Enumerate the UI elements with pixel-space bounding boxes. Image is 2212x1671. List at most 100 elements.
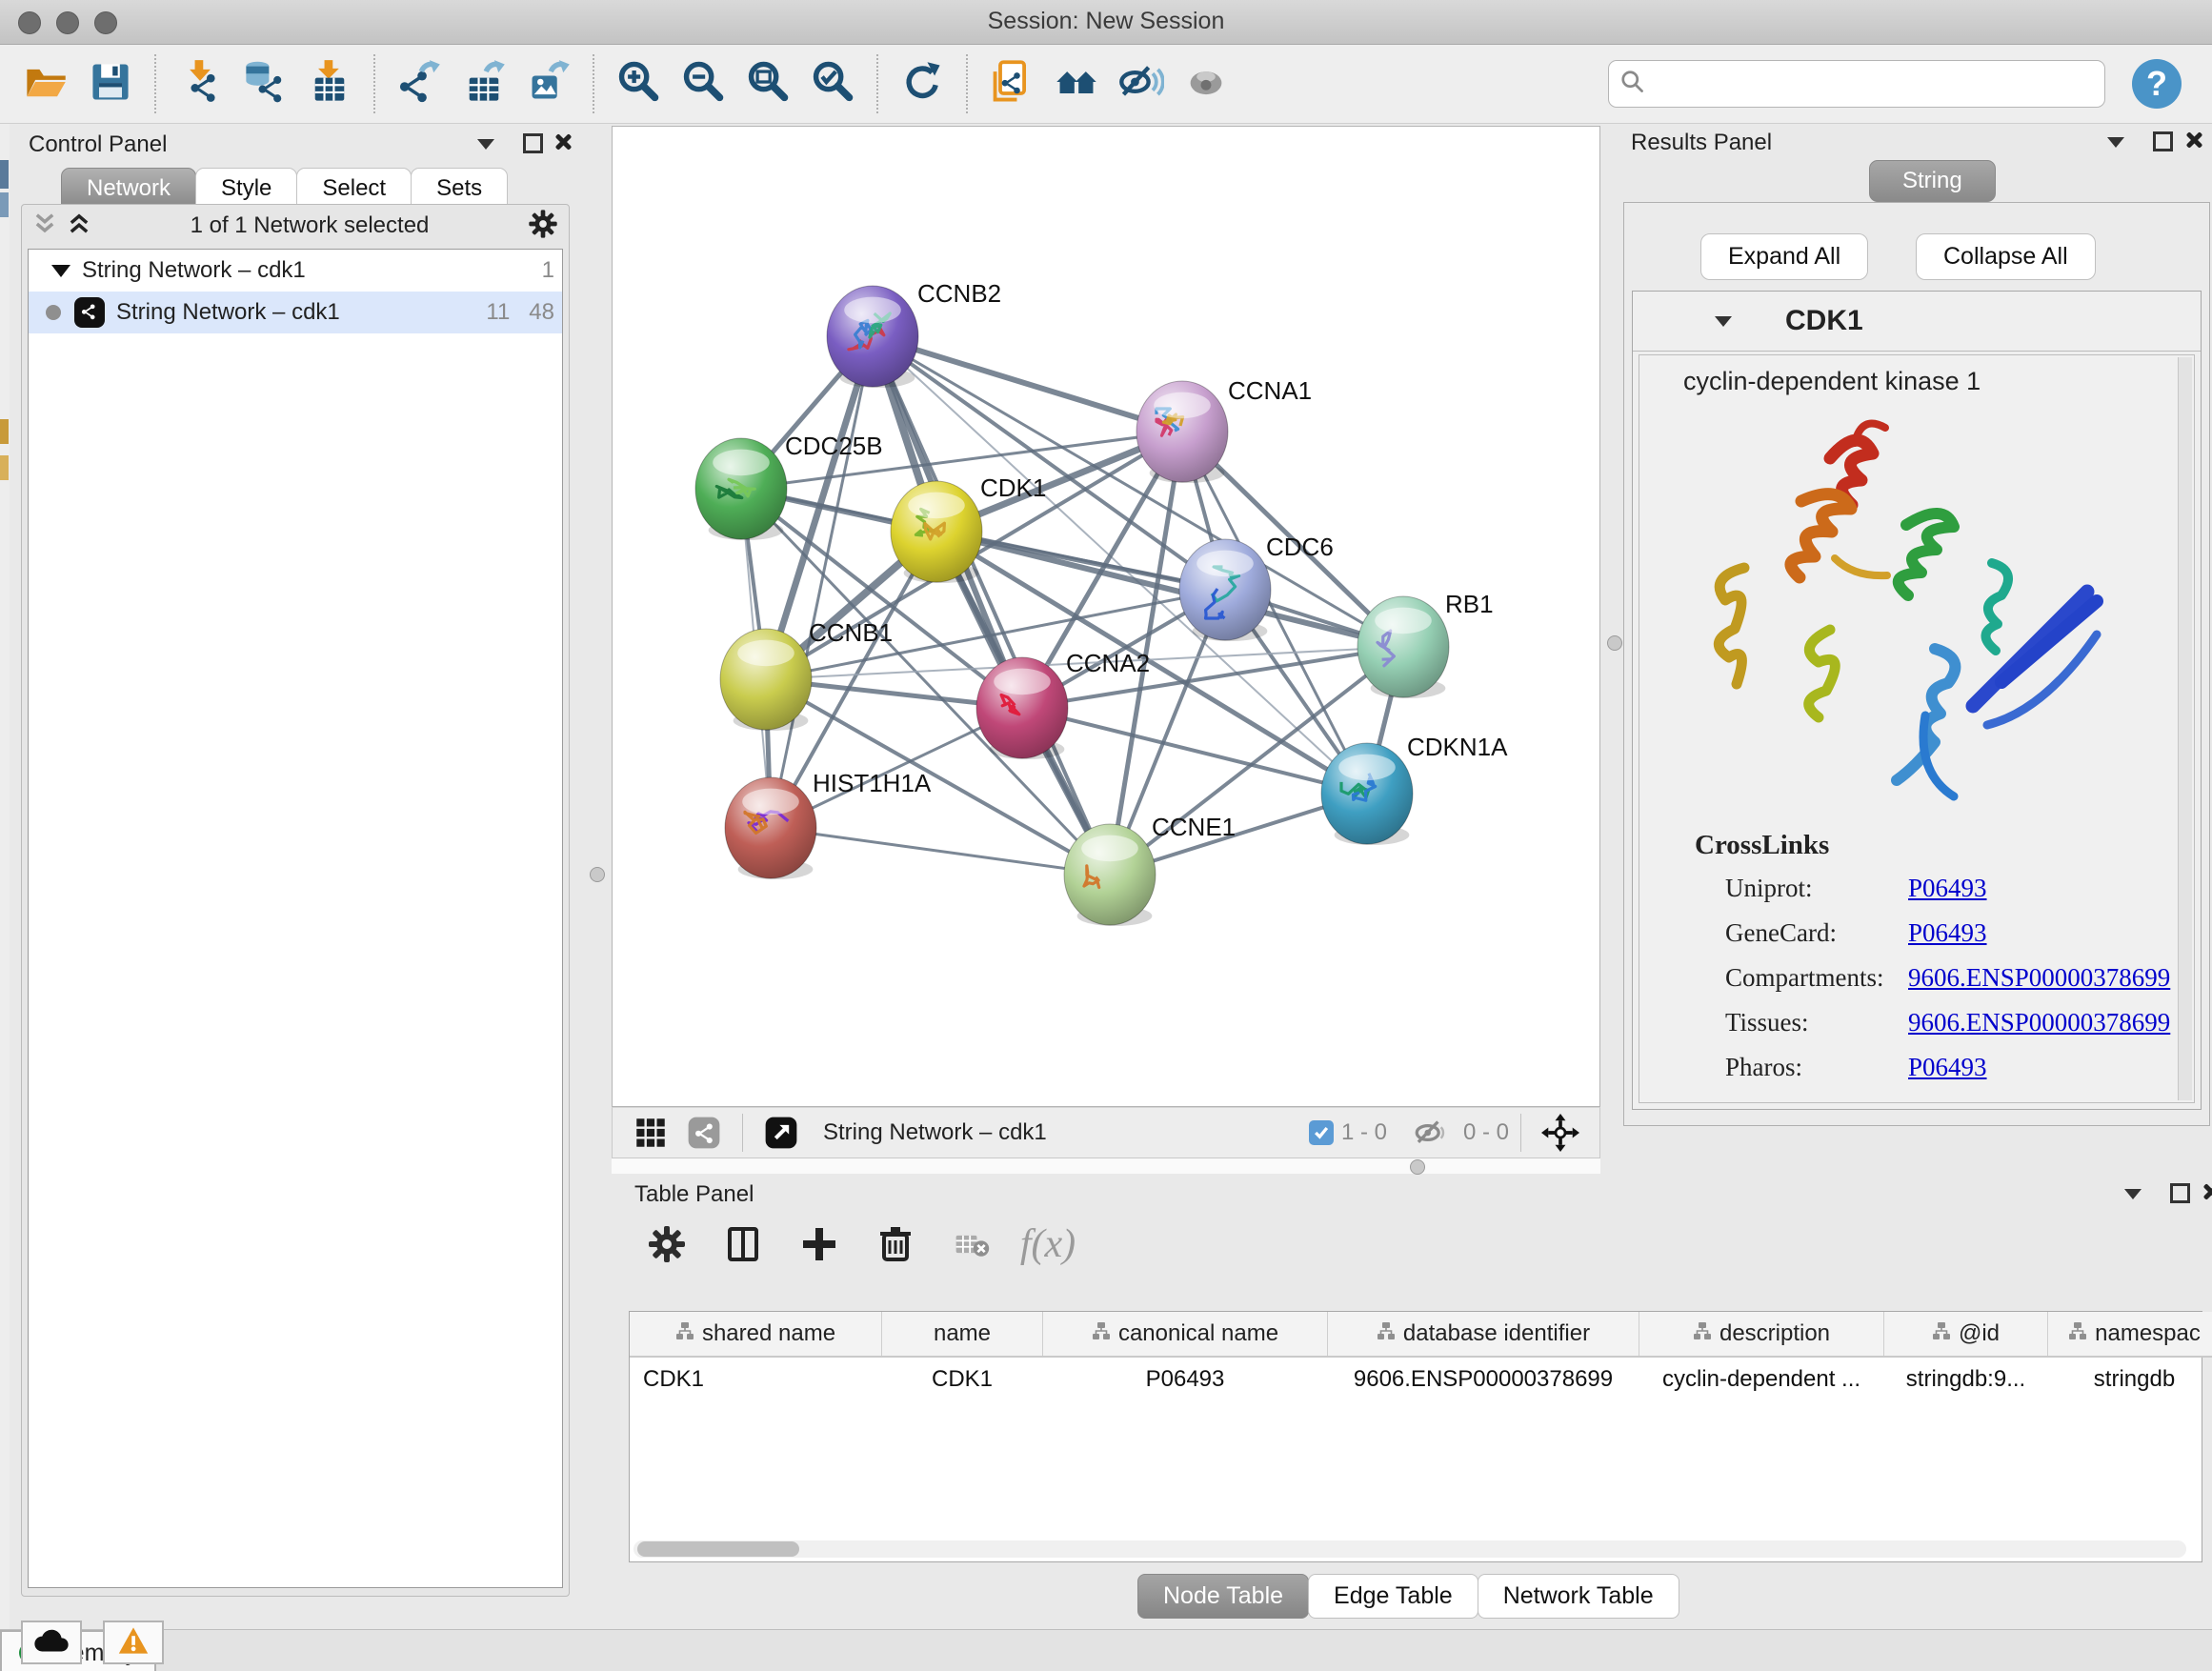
network-node-CCNA1[interactable]: CCNA1 — [1136, 376, 1312, 483]
hide-selected-button[interactable] — [1115, 57, 1168, 111]
right-splitter-grip[interactable] — [1607, 635, 1622, 651]
network-view-panel[interactable]: CCNB2 CCNA1 CDC25B CDK1 CDC6 RB1 CCNB1 — [612, 126, 1600, 1107]
show-all-nodes-button[interactable] — [1050, 57, 1103, 111]
crosslink-label: Compartments: — [1725, 963, 1908, 993]
table-panel-collapse-icon[interactable] — [2124, 1189, 2142, 1199]
zoom-fit-button[interactable] — [741, 57, 794, 111]
zoom-out-button[interactable] — [676, 57, 730, 111]
export-image-button[interactable] — [522, 57, 575, 111]
delete-column-icon[interactable] — [869, 1218, 922, 1271]
table-cell[interactable]: CDK1 — [882, 1357, 1043, 1401]
results-scrollbar[interactable] — [2178, 357, 2192, 1100]
zoom-selected-icon — [810, 59, 855, 110]
import-table-file-button[interactable] — [303, 57, 356, 111]
collapse-all-networks-icon[interactable] — [31, 211, 58, 242]
node-label-CDK1: CDK1 — [980, 473, 1046, 502]
warning-button[interactable] — [103, 1621, 164, 1664]
table-panel-close-icon[interactable] — [2202, 1183, 2212, 1200]
crosslink-link[interactable]: 9606.ENSP00000378699 — [1908, 963, 2170, 993]
table-options-gear-icon[interactable] — [640, 1218, 694, 1271]
gene-card-collapse-icon[interactable] — [1715, 316, 1732, 327]
open-in-window-icon[interactable] — [760, 1106, 802, 1159]
results-panel-close-icon[interactable] — [2185, 131, 2202, 149]
tree-expander-icon[interactable] — [51, 265, 70, 277]
left-splitter-grip[interactable] — [590, 867, 605, 882]
crosslinks-title: CrossLinks — [1695, 830, 1829, 861]
column-header-name[interactable]: name — [882, 1312, 1043, 1357]
network-node-CDKN1A[interactable]: CDKN1A — [1321, 733, 1508, 845]
results-panel-float-icon[interactable] — [2153, 131, 2173, 151]
network-selected-status: 1 of 1 Network selected — [92, 212, 527, 239]
collapse-all-button[interactable]: Collapse All — [1916, 233, 2096, 280]
column-header-description[interactable]: description — [1639, 1312, 1884, 1357]
table-row[interactable]: CDK1CDK1P064939606.ENSP00000378699cyclin… — [630, 1357, 2212, 1401]
save-session-button[interactable] — [84, 57, 137, 111]
import-network-file-icon — [177, 59, 223, 110]
expand-all-networks-icon[interactable] — [66, 211, 92, 242]
export-table-button[interactable] — [457, 57, 511, 111]
birds-eye-view-icon[interactable] — [630, 1106, 672, 1159]
crosslink-link[interactable]: P06493 — [1908, 918, 1987, 948]
column-header-namespac[interactable]: namespac — [2048, 1312, 2212, 1357]
import-network-database-button[interactable] — [238, 57, 292, 111]
pan-crosshair-icon[interactable] — [1538, 1106, 1582, 1159]
results-panel-title: Results Panel — [1631, 130, 1772, 156]
column-header-database-identifier[interactable]: database identifier — [1328, 1312, 1639, 1357]
import-network-file-button[interactable] — [173, 57, 227, 111]
control-panel-float-icon[interactable] — [523, 133, 543, 153]
subnetwork-count: 1 — [542, 257, 554, 284]
zoom-selected-button[interactable] — [806, 57, 859, 111]
network-canvas[interactable]: CCNB2 CCNA1 CDC25B CDK1 CDC6 RB1 CCNB1 — [613, 127, 1599, 1106]
control-panel-collapse-icon[interactable] — [477, 139, 494, 150]
column-header-shared-name[interactable]: shared name — [630, 1312, 882, 1357]
results-panel-collapse-icon[interactable] — [2107, 137, 2124, 148]
list-type-icon — [1693, 1320, 1712, 1347]
tab-edge-table[interactable]: Edge Table — [1308, 1574, 1478, 1619]
help-button[interactable]: ? — [2132, 59, 2182, 109]
table-cell[interactable]: stringdb — [2048, 1357, 2212, 1401]
table-hscrollbar[interactable] — [633, 1540, 2186, 1558]
search-input[interactable] — [1647, 70, 2095, 98]
table-cell[interactable]: 9606.ENSP00000378699 — [1328, 1357, 1639, 1401]
table-cell[interactable]: cyclin-dependent ... — [1639, 1357, 1884, 1401]
control-panel-close-icon[interactable] — [554, 133, 572, 151]
bottom-splitter-grip[interactable] — [1410, 1159, 1425, 1175]
export-network-button[interactable] — [392, 57, 446, 111]
network-node-CCNE1[interactable]: CCNE1 — [1064, 813, 1236, 926]
tab-string[interactable]: String — [1869, 160, 1996, 202]
crosslink-link[interactable]: 9606.ENSP00000378699 — [1908, 1008, 2170, 1037]
search-box[interactable] — [1608, 60, 2105, 108]
clone-network-button[interactable] — [985, 57, 1038, 111]
network-node-RB1[interactable]: RB1 — [1357, 590, 1494, 698]
table-hscrollbar-thumb[interactable] — [637, 1541, 799, 1557]
show-selected-disabled-button — [1179, 57, 1233, 111]
table-cell[interactable]: stringdb:9... — [1884, 1357, 2048, 1401]
edge-count: 48 — [529, 299, 554, 326]
open-session-button[interactable] — [19, 57, 72, 111]
column-header-canonical-name[interactable]: canonical name — [1043, 1312, 1328, 1357]
zoom-in-button[interactable] — [612, 57, 665, 111]
tab-node-table[interactable]: Node Table — [1137, 1574, 1309, 1619]
network-node-HIST1H1A[interactable]: HIST1H1A — [725, 769, 932, 879]
network-badge-icon[interactable] — [683, 1106, 725, 1159]
network-tree-row[interactable]: String Network – cdk11 — [29, 250, 562, 292]
cloud-button[interactable] — [21, 1621, 82, 1664]
table-panel-float-icon[interactable] — [2170, 1183, 2190, 1203]
table-cell[interactable]: CDK1 — [630, 1357, 882, 1401]
refresh-layout-button[interactable] — [895, 57, 949, 111]
show-columns-icon[interactable] — [716, 1218, 770, 1271]
crosslink-link[interactable]: P06493 — [1908, 874, 1987, 903]
network-node-CCNA2[interactable]: CCNA2 — [976, 649, 1150, 759]
export-table-icon — [461, 59, 507, 110]
network-node-CCNB2[interactable]: CCNB2 — [827, 279, 1001, 388]
add-column-icon[interactable] — [793, 1218, 846, 1271]
column-header--id[interactable]: @id — [1884, 1312, 2048, 1357]
network-options-gear-icon[interactable] — [527, 208, 559, 245]
network-tree-row[interactable]: String Network – cdk11148 — [29, 292, 562, 333]
table-cell[interactable]: P06493 — [1043, 1357, 1328, 1401]
selected-checkbox-icon[interactable] — [1309, 1120, 1334, 1145]
tab-network-table[interactable]: Network Table — [1478, 1574, 1679, 1619]
window-title: Session: New Session — [0, 8, 2212, 35]
crosslink-link[interactable]: P06493 — [1908, 1053, 1987, 1082]
expand-all-button[interactable]: Expand All — [1700, 233, 1868, 280]
